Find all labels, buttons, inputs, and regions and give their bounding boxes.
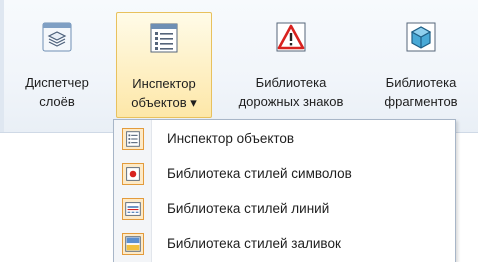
fragment-cube-icon	[406, 22, 436, 52]
road-signs-library-label-line1: Библиотека	[255, 75, 327, 90]
fragments-library-button[interactable]: Библиотека фрагментов	[366, 12, 476, 118]
line-style-icon	[122, 198, 144, 220]
menu-item-object-inspector[interactable]: Инспектор объектов	[115, 122, 454, 156]
layers-icon	[42, 22, 72, 52]
menu-item-fill-styles-library[interactable]: Библиотека стилей заливок	[115, 227, 454, 261]
object-inspector-button[interactable]: Инспектор объектов ▾	[116, 12, 212, 118]
menu-item-line-styles-library[interactable]: Библиотека стилей линий	[115, 192, 454, 226]
menu-item-label: Библиотека стилей символов	[167, 166, 352, 181]
layer-manager-label-line1: Диспетчер	[25, 75, 89, 90]
road-signs-library-label-line2: дорожных знаков	[238, 94, 344, 109]
ribbon-panel: Диспетчер слоёв Инспектор объектов ▾ Биб…	[0, 0, 478, 133]
fragments-library-label-line2: фрагментов	[384, 94, 458, 109]
symbol-style-icon	[122, 163, 144, 185]
object-inspector-label: Инспектор объектов ▾	[117, 74, 211, 112]
road-signs-library-button[interactable]: Библиотека дорожных знаков	[226, 12, 356, 118]
object-list-icon	[122, 128, 144, 150]
fill-style-icon	[122, 233, 144, 255]
object-inspector-label-line2: объектов ▾	[131, 95, 197, 110]
object-inspector-label-line1: Инспектор	[132, 76, 196, 91]
layer-manager-label-line2: слоёв	[39, 94, 75, 109]
fragments-library-label: Библиотека фрагментов	[366, 73, 476, 111]
layer-manager-button[interactable]: Диспетчер слоёв	[4, 12, 110, 118]
object-list-icon	[150, 23, 178, 53]
menu-item-label: Библиотека стилей заливок	[167, 236, 341, 251]
object-inspector-dropdown-menu: Инспектор объектов Библиотека стилей сим…	[113, 119, 456, 262]
warning-sign-icon	[276, 22, 306, 52]
menu-item-label: Библиотека стилей линий	[167, 201, 330, 216]
fragments-library-label-line1: Библиотека	[385, 75, 457, 90]
layer-manager-label: Диспетчер слоёв	[4, 73, 110, 111]
road-signs-library-label: Библиотека дорожных знаков	[226, 73, 356, 111]
menu-item-label: Инспектор объектов	[167, 131, 295, 146]
menu-item-symbol-styles-library[interactable]: Библиотека стилей символов	[115, 157, 454, 191]
